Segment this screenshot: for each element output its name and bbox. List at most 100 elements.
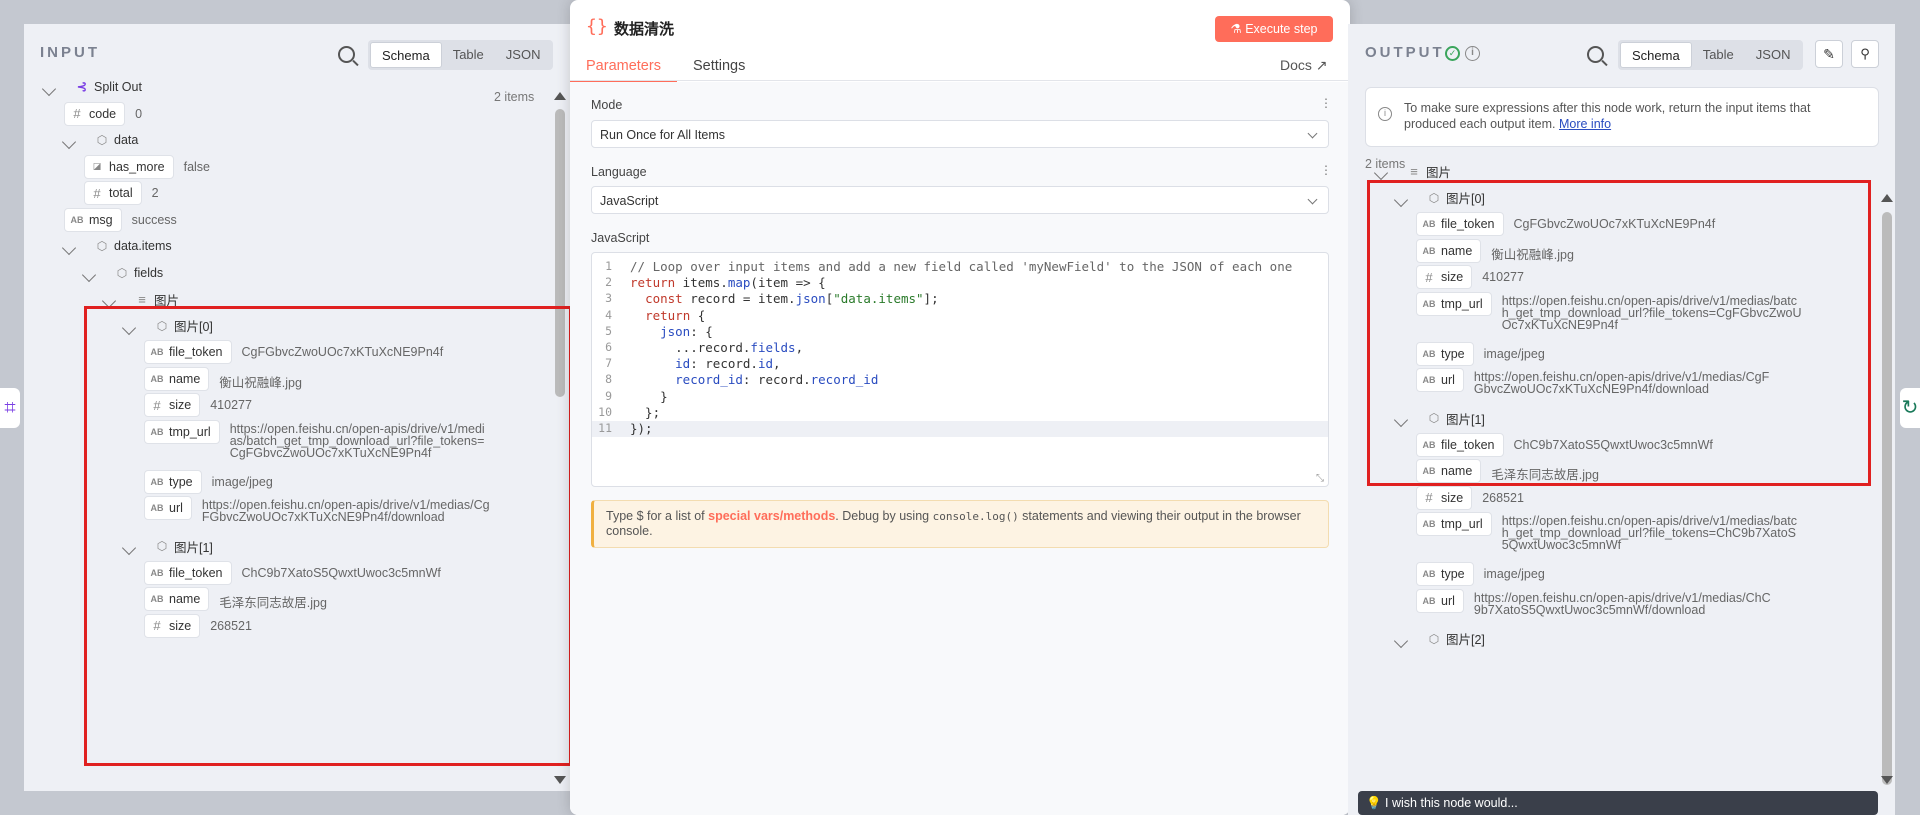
chevron-down-icon[interactable] (41, 81, 57, 97)
scroll-down-icon[interactable] (1881, 776, 1893, 784)
node-title[interactable]: 数据清洗 (614, 18, 674, 39)
field-row-url[interactable]: AB url https://open.feishu.cn/open-apis/dr… (1416, 588, 1774, 616)
field-row-type[interactable]: AB type image/jpeg (1416, 562, 1545, 586)
field-row-tmp_url[interactable]: AB tmp_url https://open.feishu.cn/open-api… (1416, 512, 1802, 551)
output-scrollbar[interactable] (1882, 212, 1892, 785)
tree-node-row[interactable]: ⬡ 图片[2] (1393, 631, 1493, 651)
tree-node-row[interactable]: ⬡ 图片[0] (1393, 191, 1493, 210)
field-row-name[interactable]: AB name 毛泽东同志故居.jpg (1416, 459, 1599, 483)
chevron-down-icon[interactable] (121, 540, 137, 556)
field-label: name (1441, 464, 1473, 478)
tree-node-row[interactable]: ⬡ data (61, 133, 146, 152)
code-editor[interactable]: 1 // Loop over input items and add a new … (591, 252, 1329, 487)
field-value: false (183, 159, 210, 174)
tree-node-row[interactable]: ≡ 图片 (101, 292, 187, 311)
code-line[interactable]: 6 ...record.fields, (592, 340, 803, 356)
field-pill: ◪ has_more (84, 154, 174, 179)
field-row-size[interactable]: # size 410277 (144, 393, 252, 417)
tree-node-row[interactable]: ⊰ Split Out (41, 79, 150, 99)
code-line[interactable]: 2 return items.map(item => { (592, 275, 826, 291)
code-text: const record = item.json["data.items"]; (645, 291, 939, 307)
field-row-code[interactable]: # code 0 (64, 101, 142, 126)
field-row-size[interactable]: # size 268521 (144, 613, 252, 638)
object-icon: ⬡ (1428, 631, 1440, 646)
code-line[interactable]: 3 const record = item.json["data.items"]… (592, 291, 939, 307)
tree-node-row[interactable]: ≡ 图片 (1373, 163, 1459, 183)
code-text: ...record.fields, (630, 340, 804, 355)
canvas-node-left[interactable]: ⌗ (0, 388, 20, 428)
resize-handle-icon[interactable]: ⤡ (1316, 473, 1324, 484)
language-select[interactable]: JavaScript (591, 186, 1329, 214)
scroll-up-icon[interactable] (1881, 194, 1893, 202)
field-row-size[interactable]: # size 268521 (1416, 485, 1524, 510)
field-value: 410277 (210, 398, 252, 412)
chevron-down-icon[interactable] (1393, 633, 1409, 648)
field-label: fields (134, 265, 164, 280)
field-row-type[interactable]: AB type image/jpeg (1416, 341, 1545, 366)
field-row-name[interactable]: AB name 衡山祝融峰.jpg (1416, 238, 1574, 263)
tree-node-row[interactable]: ⬡ 图片[0] (121, 319, 221, 338)
tab-parameters[interactable]: Parameters (570, 54, 677, 83)
field-row-file_token[interactable]: AB file_token ChC9b7XatoS5QwxtUwoc3c5mnWf (144, 560, 441, 585)
field-value: 衡山祝融峰.jpg (1491, 247, 1574, 262)
field-label: data (114, 133, 139, 147)
hint-code: console.log() (932, 510, 1019, 523)
scroll-up-icon[interactable] (554, 92, 566, 100)
chevron-down-icon[interactable] (121, 320, 137, 335)
field-row-url[interactable]: AB url https://open.feishu.cn/open-apis/dr… (144, 496, 492, 523)
language-options-icon[interactable]: ⋮ (1320, 163, 1332, 177)
field-row-file_token[interactable]: AB file_token CgFGbvcZwoUOc7xKTuXcNE9Pn4f (144, 340, 443, 364)
code-line[interactable]: 10 }; (592, 405, 660, 421)
input-panel: INPUT Schema Table JSON ⊰ Split Out # code 0 ⬡ d… (24, 24, 570, 791)
tree-node-row[interactable]: ⬡ fields (81, 265, 171, 285)
tab-settings[interactable]: Settings (677, 54, 761, 83)
mode-options-icon[interactable]: ⋮ (1320, 96, 1332, 110)
chevron-down-icon[interactable] (1373, 165, 1389, 181)
object-icon: ⬡ (116, 265, 128, 280)
code-line[interactable]: 5 json: { (592, 324, 713, 340)
code-line[interactable]: 1 // Loop over input items and add a new … (592, 259, 1292, 275)
tree-node-row[interactable]: ⬡ data.items (61, 239, 180, 258)
docs-link[interactable]: Docs ↗ (1280, 57, 1328, 74)
tree-node-row[interactable]: ⬡ 图片[1] (1393, 411, 1493, 430)
chevron-down-icon[interactable] (61, 134, 77, 150)
chevron-down-icon[interactable] (101, 293, 117, 309)
canvas-node-right[interactable]: ↻ (1900, 388, 1920, 428)
field-label: name (169, 592, 201, 606)
special-vars-link[interactable]: special vars/methods (708, 509, 835, 523)
tree-node-row[interactable]: ⬡ 图片[1] (121, 539, 221, 558)
chevron-down-icon[interactable] (61, 240, 77, 256)
field-row-file_token[interactable]: AB file_token ChC9b7XatoS5QwxtUwoc3c5mnWf (1416, 432, 1713, 457)
chevron-down-icon[interactable] (1393, 192, 1409, 207)
code-text: return items.map(item => { (630, 275, 826, 291)
feedback-bar[interactable]: 💡 I wish this node would... (1358, 791, 1878, 815)
chevron-down-icon[interactable] (1393, 412, 1409, 428)
code-line[interactable]: 9 } (592, 389, 668, 405)
string-icon: AB (1422, 219, 1436, 229)
chevron-down-icon[interactable] (81, 267, 97, 282)
field-row-type[interactable]: AB type image/jpeg (144, 469, 273, 494)
scroll-down-icon[interactable] (554, 776, 566, 784)
field-row-url[interactable]: AB url https://open.feishu.cn/open-apis/dr… (1416, 368, 1774, 395)
code-line[interactable]: 8 record_id: record.record_id (592, 372, 878, 388)
language-label: Language (591, 165, 647, 179)
array-icon: ≡ (1410, 163, 1418, 179)
field-row-has_more[interactable]: ◪ has_more false (84, 154, 210, 179)
field-row-size[interactable]: # size 410277 (1416, 265, 1524, 289)
execute-step-button[interactable]: ⚗ Execute step (1215, 16, 1333, 42)
string-icon: AB (150, 594, 164, 604)
field-row-total[interactable]: # total 2 (84, 181, 159, 205)
field-row-tmp_url[interactable]: AB tmp_url https://open.feishu.cn/open-api… (1416, 291, 1802, 331)
code-line[interactable]: 11}); (592, 421, 1328, 437)
field-row-name[interactable]: AB name 衡山祝融峰.jpg (144, 366, 302, 391)
code-line[interactable]: 4 return { (592, 308, 705, 324)
field-value: 毛泽东同志故居.jpg (219, 596, 327, 610)
code-line[interactable]: 7 id: record.id, (592, 356, 780, 372)
field-row-name[interactable]: AB name 毛泽东同志故居.jpg (144, 587, 327, 611)
field-row-tmp_url[interactable]: AB tmp_url https://open.feishu.cn/open-api… (144, 419, 490, 459)
mode-select[interactable]: Run Once for All Items (591, 120, 1329, 148)
input-scrollbar[interactable] (555, 109, 565, 397)
object-icon: ⬡ (1428, 411, 1440, 425)
field-row-file_token[interactable]: AB file_token CgFGbvcZwoUOc7xKTuXcNE9Pn4f (1416, 212, 1715, 236)
field-row-msg[interactable]: AB msg success (64, 207, 177, 232)
